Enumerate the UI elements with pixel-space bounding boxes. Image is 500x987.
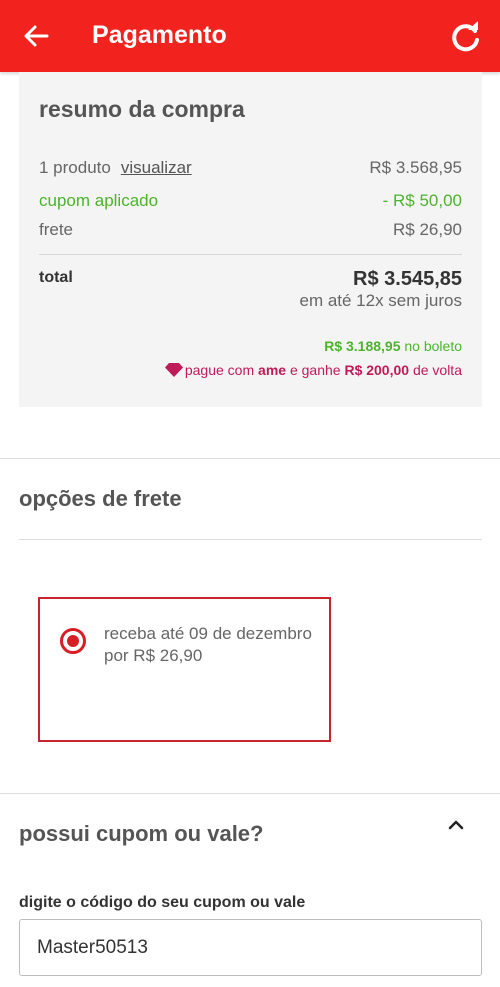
shipping-value: R$ 26,90	[393, 220, 462, 239]
shipping-title-divider	[19, 539, 482, 540]
shipping-option-text: receba até 09 de dezembro por R$ 26,90	[104, 624, 312, 665]
section-divider	[0, 793, 500, 794]
coupon-field-label: digite o código do seu cupom ou vale	[19, 894, 306, 911]
ame-cashback: pague com ame e ganhe R$ 200,00 de volta	[164, 362, 462, 378]
purchase-summary: resumo da compra 1 produto visualizar R$ …	[19, 72, 482, 407]
products-value: R$ 3.568,95	[369, 158, 462, 177]
back-arrow-icon[interactable]	[22, 22, 50, 50]
coupon-row: cupom aplicado - R$ 50,00	[39, 191, 462, 211]
chevron-up-icon[interactable]	[446, 818, 466, 832]
shipping-option-radio[interactable]	[60, 628, 86, 654]
app-bar: Pagamento	[0, 0, 500, 72]
shipping-option-card[interactable]: receba até 09 de dezembro por R$ 26,90	[38, 597, 331, 742]
ame-mid: e ganhe	[289, 362, 341, 378]
ame-suffix: de volta	[412, 362, 462, 378]
products-row: 1 produto visualizar R$ 3.568,95	[39, 158, 462, 178]
boleto-value: R$ 3.188,95	[324, 338, 401, 354]
shipping-options-title: opções de frete	[19, 486, 182, 511]
view-products-link[interactable]: visualizar	[121, 158, 192, 177]
ame-diamond-icon	[164, 363, 183, 377]
coupon-code-input[interactable]	[19, 919, 482, 976]
summary-divider	[39, 254, 462, 255]
coupon-value: - R$ 50,00	[382, 191, 462, 210]
coupon-label: cupom aplicado	[39, 191, 159, 210]
total-label: total	[39, 269, 73, 286]
shipping-label: frete	[39, 220, 74, 239]
section-divider	[0, 458, 500, 459]
products-label: 1 produto	[39, 158, 111, 177]
shipping-row: frete R$ 26,90	[39, 220, 462, 240]
coupon-section-title: possui cupom ou vale?	[19, 821, 264, 846]
ame-prefix: pague com	[184, 362, 255, 378]
ame-brand: ame	[258, 362, 287, 378]
installments-text: em até 12x sem juros	[299, 291, 462, 310]
refresh-icon[interactable]	[448, 20, 482, 54]
ame-cashback-value: R$ 200,00	[344, 362, 410, 378]
summary-heading: resumo da compra	[39, 96, 245, 122]
page-title: Pagamento	[92, 21, 227, 49]
boleto-text: no boleto	[404, 338, 462, 354]
boleto-price: R$ 3.188,95 no boleto	[324, 338, 462, 354]
total-value: R$ 3.545,85	[353, 268, 462, 290]
